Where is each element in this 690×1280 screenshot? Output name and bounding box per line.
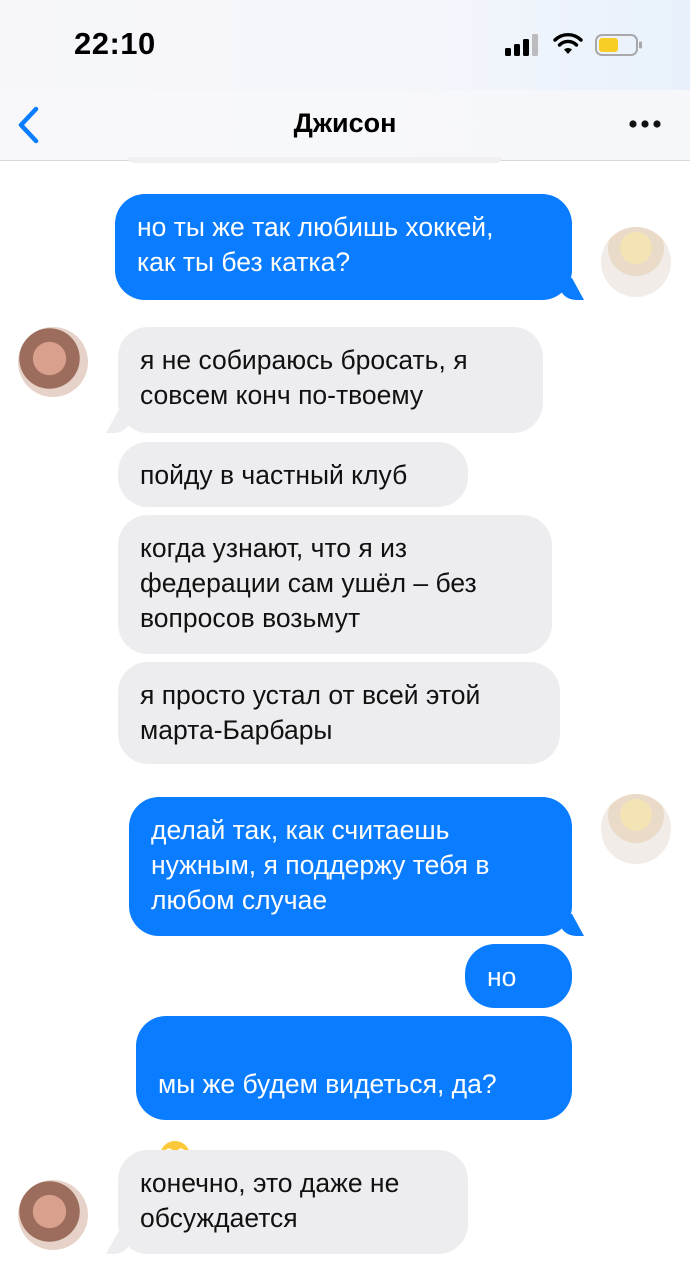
incoming-message[interactable]: я просто устал от всей этой марта-Барбар… — [118, 662, 560, 764]
status-bar: 22:10 — [0, 0, 690, 90]
conversation-header: Джисон — [0, 90, 690, 161]
contact-name[interactable]: Джисон — [0, 108, 690, 139]
incoming-message[interactable]: пойду в частный клуб — [118, 442, 468, 507]
outgoing-message[interactable]: но — [465, 944, 572, 1008]
incoming-message[interactable]: конечно, это даже не обсуждается — [118, 1150, 468, 1254]
my-avatar[interactable] — [601, 227, 671, 297]
incoming-message[interactable]: я не собираюсь бросать, я совсем конч по… — [118, 327, 543, 433]
message-text: мы же будем видеться, да? — [158, 1069, 497, 1099]
cellular-signal-icon — [505, 34, 538, 56]
previous-message-edge — [128, 157, 502, 163]
contact-avatar[interactable] — [18, 1180, 88, 1250]
status-time: 22:10 — [74, 26, 156, 61]
outgoing-message[interactable]: но ты же так любишь хоккей, как ты без к… — [115, 194, 572, 300]
my-avatar[interactable] — [601, 794, 671, 864]
more-horizontal-icon[interactable] — [628, 118, 664, 130]
outgoing-message[interactable]: делай так, как считаешь нужным, я поддер… — [129, 797, 572, 936]
contact-avatar[interactable] — [18, 327, 88, 397]
incoming-message[interactable]: когда узнают, что я из федерации сам ушё… — [118, 515, 552, 654]
wifi-icon — [553, 33, 583, 54]
outgoing-message[interactable]: мы же будем видеться, да? — [136, 1016, 572, 1235]
battery-icon — [595, 34, 642, 56]
